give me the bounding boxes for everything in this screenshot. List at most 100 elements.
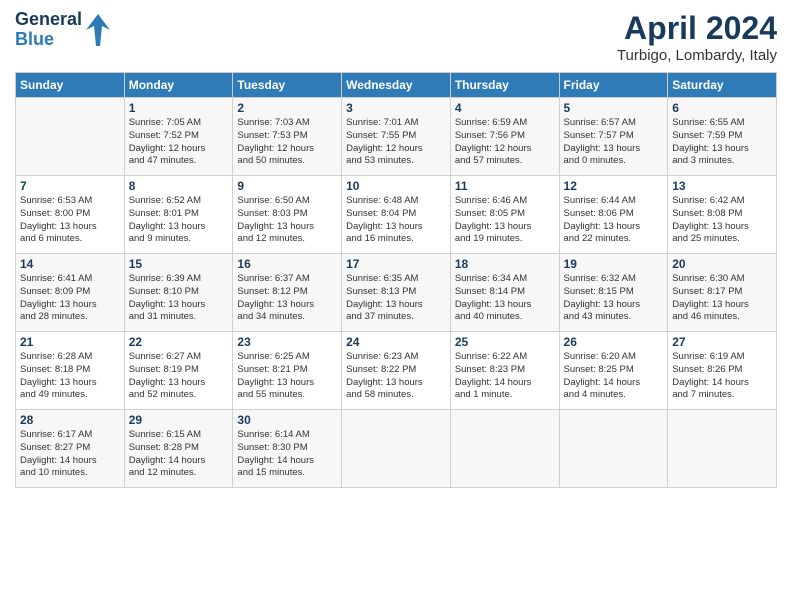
calendar-cell: 5 Sunrise: 6:57 AM Sunset: 7:57 PM Daylig… [559,98,668,176]
day-number: 19 [564,257,664,271]
calendar-cell: 13 Sunrise: 6:42 AM Sunset: 8:08 PM Dayli… [668,176,777,254]
calendar-cell [16,98,125,176]
day-number: 12 [564,179,664,193]
calendar-cell [559,410,668,488]
cell-info: Sunrise: 6:59 AM Sunset: 7:56 PM Dayligh… [455,117,555,168]
day-number: 4 [455,101,555,115]
cell-info: Sunrise: 7:05 AM Sunset: 7:52 PM Dayligh… [129,117,229,168]
cell-info: Sunrise: 6:35 AM Sunset: 8:13 PM Dayligh… [346,273,446,324]
cell-info: Sunrise: 6:20 AM Sunset: 8:25 PM Dayligh… [564,351,664,402]
calendar-cell: 19 Sunrise: 6:32 AM Sunset: 8:15 PM Dayli… [559,254,668,332]
calendar-cell: 22 Sunrise: 6:27 AM Sunset: 8:19 PM Dayli… [124,332,233,410]
calendar-cell: 30 Sunrise: 6:14 AM Sunset: 8:30 PM Dayli… [233,410,342,488]
cell-info: Sunrise: 6:55 AM Sunset: 7:59 PM Dayligh… [672,117,772,168]
cell-info: Sunrise: 6:42 AM Sunset: 8:08 PM Dayligh… [672,195,772,246]
week-row-4: 21 Sunrise: 6:28 AM Sunset: 8:18 PM Dayli… [16,332,777,410]
calendar-cell: 12Sunrise: 6:44 AM Sunset: 8:06 PM Dayli… [559,176,668,254]
calendar-cell: 4 Sunrise: 6:59 AM Sunset: 7:56 PM Daylig… [450,98,559,176]
day-number: 29 [129,413,229,427]
cell-info: Sunrise: 6:57 AM Sunset: 7:57 PM Dayligh… [564,117,664,168]
day-number: 18 [455,257,555,271]
header-cell-monday: Monday [124,73,233,98]
day-number: 7 [20,179,120,193]
logo-bird-icon [84,12,112,48]
cell-info: Sunrise: 6:32 AM Sunset: 8:15 PM Dayligh… [564,273,664,324]
cell-info: Sunrise: 6:17 AM Sunset: 8:27 PM Dayligh… [20,429,120,480]
cell-info: Sunrise: 6:22 AM Sunset: 8:23 PM Dayligh… [455,351,555,402]
day-number: 26 [564,335,664,349]
calendar-cell: 15 Sunrise: 6:39 AM Sunset: 8:10 PM Dayli… [124,254,233,332]
cell-info: Sunrise: 6:19 AM Sunset: 8:26 PM Dayligh… [672,351,772,402]
cell-info: Sunrise: 7:03 AM Sunset: 7:53 PM Dayligh… [237,117,337,168]
day-number: 10 [346,179,446,193]
cell-info: Sunrise: 6:30 AM Sunset: 8:17 PM Dayligh… [672,273,772,324]
cell-info: Sunrise: 7:01 AM Sunset: 7:55 PM Dayligh… [346,117,446,168]
calendar-cell: 1 Sunrise: 7:05 AM Sunset: 7:52 PM Daylig… [124,98,233,176]
calendar-cell: 9 Sunrise: 6:50 AM Sunset: 8:03 PM Daylig… [233,176,342,254]
cell-info: Sunrise: 6:34 AM Sunset: 8:14 PM Dayligh… [455,273,555,324]
cell-info: Sunrise: 6:23 AM Sunset: 8:22 PM Dayligh… [346,351,446,402]
day-number: 16 [237,257,337,271]
calendar-cell: 29 Sunrise: 6:15 AM Sunset: 8:28 PM Dayli… [124,410,233,488]
calendar-cell: 23Sunrise: 6:25 AM Sunset: 8:21 PM Dayli… [233,332,342,410]
cell-info: Sunrise: 6:28 AM Sunset: 8:18 PM Dayligh… [20,351,120,402]
calendar-cell: 25Sunrise: 6:22 AM Sunset: 8:23 PM Dayli… [450,332,559,410]
cell-info: Sunrise: 6:52 AM Sunset: 8:01 PM Dayligh… [129,195,229,246]
calendar-cell: 8 Sunrise: 6:52 AM Sunset: 8:01 PM Daylig… [124,176,233,254]
day-number: 9 [237,179,337,193]
day-number: 21 [20,335,120,349]
cell-info: Sunrise: 6:53 AM Sunset: 8:00 PM Dayligh… [20,195,120,246]
day-number: 22 [129,335,229,349]
cell-info: Sunrise: 6:27 AM Sunset: 8:19 PM Dayligh… [129,351,229,402]
header-cell-wednesday: Wednesday [342,73,451,98]
calendar-cell: 17Sunrise: 6:35 AM Sunset: 8:13 PM Dayli… [342,254,451,332]
calendar-cell: 3 Sunrise: 7:01 AM Sunset: 7:55 PM Daylig… [342,98,451,176]
cell-info: Sunrise: 6:50 AM Sunset: 8:03 PM Dayligh… [237,195,337,246]
logo-text-general: General [15,10,82,30]
header-cell-friday: Friday [559,73,668,98]
header-cell-tuesday: Tuesday [233,73,342,98]
month-title: April 2024 [617,10,777,47]
day-number: 5 [564,101,664,115]
week-row-3: 14 Sunrise: 6:41 AM Sunset: 8:09 PM Dayli… [16,254,777,332]
calendar-cell [450,410,559,488]
day-number: 6 [672,101,772,115]
day-number: 23 [237,335,337,349]
calendar-cell: 24 Sunrise: 6:23 AM Sunset: 8:22 PM Dayli… [342,332,451,410]
calendar-cell: 2 Sunrise: 7:03 AM Sunset: 7:53 PM Daylig… [233,98,342,176]
header-cell-thursday: Thursday [450,73,559,98]
cell-info: Sunrise: 6:46 AM Sunset: 8:05 PM Dayligh… [455,195,555,246]
day-number: 27 [672,335,772,349]
logo-text-blue: Blue [15,30,82,50]
header-row: SundayMondayTuesdayWednesdayThursdayFrid… [16,73,777,98]
day-number: 30 [237,413,337,427]
day-number: 11 [455,179,555,193]
day-number: 2 [237,101,337,115]
day-number: 15 [129,257,229,271]
calendar-cell: 20 Sunrise: 6:30 AM Sunset: 8:17 PM Dayli… [668,254,777,332]
calendar-cell: 16Sunrise: 6:37 AM Sunset: 8:12 PM Dayli… [233,254,342,332]
logo: General Blue [15,10,112,50]
day-number: 14 [20,257,120,271]
day-number: 20 [672,257,772,271]
day-number: 24 [346,335,446,349]
cell-info: Sunrise: 6:15 AM Sunset: 8:28 PM Dayligh… [129,429,229,480]
cell-info: Sunrise: 6:41 AM Sunset: 8:09 PM Dayligh… [20,273,120,324]
cell-info: Sunrise: 6:14 AM Sunset: 8:30 PM Dayligh… [237,429,337,480]
calendar-cell: 11 Sunrise: 6:46 AM Sunset: 8:05 PM Dayli… [450,176,559,254]
day-number: 1 [129,101,229,115]
calendar-cell: 28Sunrise: 6:17 AM Sunset: 8:27 PM Dayli… [16,410,125,488]
header: General Blue April 2024 Turbigo, Lombard… [15,10,777,64]
location-subtitle: Turbigo, Lombardy, Italy [617,47,777,64]
cell-info: Sunrise: 6:39 AM Sunset: 8:10 PM Dayligh… [129,273,229,324]
calendar-cell [668,410,777,488]
main-container: General Blue April 2024 Turbigo, Lombard… [0,0,792,498]
day-number: 13 [672,179,772,193]
day-number: 3 [346,101,446,115]
calendar-cell: 27 Sunrise: 6:19 AM Sunset: 8:26 PM Dayli… [668,332,777,410]
week-row-2: 7 Sunrise: 6:53 AM Sunset: 8:00 PM Daylig… [16,176,777,254]
calendar-cell: 18 Sunrise: 6:34 AM Sunset: 8:14 PM Dayli… [450,254,559,332]
calendar-cell: 10Sunrise: 6:48 AM Sunset: 8:04 PM Dayli… [342,176,451,254]
day-number: 8 [129,179,229,193]
calendar-table: SundayMondayTuesdayWednesdayThursdayFrid… [15,72,777,488]
